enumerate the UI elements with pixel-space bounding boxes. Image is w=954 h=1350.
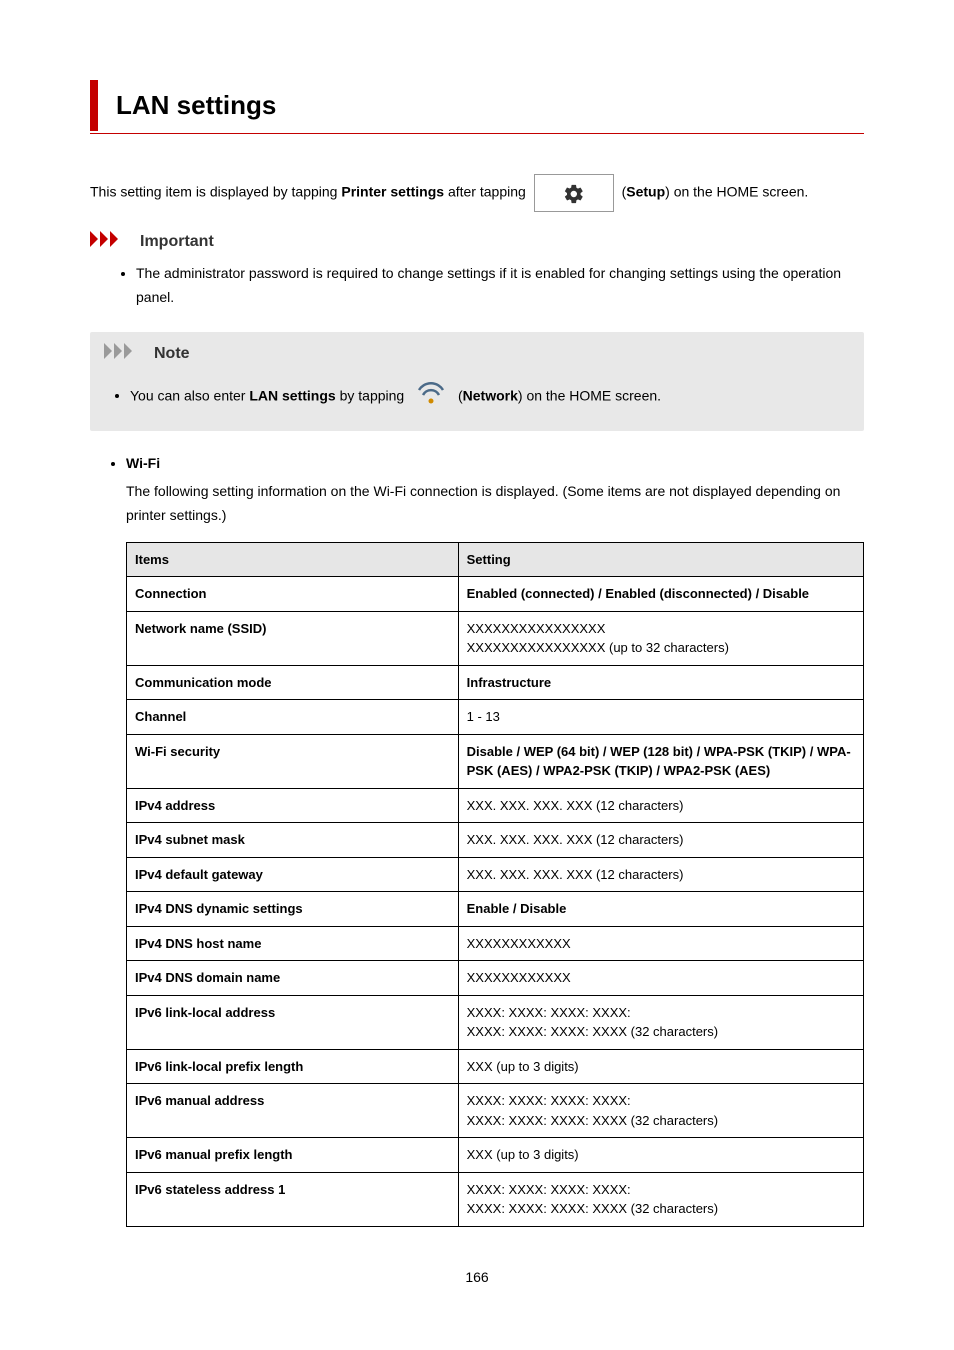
wifi-item: Wi-Fi The following setting information … bbox=[126, 453, 864, 1227]
important-heading: Important bbox=[90, 230, 864, 254]
table-row: IPv6 manual addressXXXX: XXXX: XXXX: XXX… bbox=[127, 1084, 864, 1138]
table-cell-item: IPv4 subnet mask bbox=[127, 823, 459, 858]
note-box: Note You can also enter LAN settings by … bbox=[90, 332, 864, 432]
important-label: Important bbox=[140, 230, 214, 254]
network-label: Network bbox=[463, 387, 518, 403]
table-cell-setting: 1 - 13 bbox=[458, 700, 863, 735]
table-row: Channel1 - 13 bbox=[127, 700, 864, 735]
intro-paragraph: This setting item is displayed by tappin… bbox=[90, 174, 864, 212]
setup-label: Setup bbox=[626, 184, 665, 200]
table-cell-item: Wi-Fi security bbox=[127, 734, 459, 788]
table-row: IPv4 default gatewayXXX. XXX. XXX. XXX (… bbox=[127, 857, 864, 892]
table-cell-item: IPv6 manual prefix length bbox=[127, 1138, 459, 1173]
note-label: Note bbox=[154, 342, 190, 366]
table-row: IPv4 addressXXX. XXX. XXX. XXX (12 chara… bbox=[127, 788, 864, 823]
wifi-label: Wi-Fi bbox=[126, 455, 160, 471]
table-row: IPv4 DNS host nameXXXXXXXXXXXX bbox=[127, 926, 864, 961]
table-cell-setting: XXX (up to 3 digits) bbox=[458, 1138, 863, 1173]
table-cell-item: IPv4 address bbox=[127, 788, 459, 823]
note-body: You can also enter LAN settings by tappi… bbox=[104, 380, 850, 414]
table-header-row: Items Setting bbox=[127, 542, 864, 577]
table-cell-setting: Infrastructure bbox=[458, 665, 863, 700]
wifi-settings-table: Items Setting ConnectionEnabled (connect… bbox=[126, 542, 864, 1227]
table-cell-setting: XXX. XXX. XXX. XXX (12 characters) bbox=[458, 823, 863, 858]
table-cell-item: Network name (SSID) bbox=[127, 611, 459, 665]
wifi-section: Wi-Fi The following setting information … bbox=[90, 453, 864, 1227]
wifi-icon bbox=[416, 380, 446, 406]
table-cell-item: Communication mode bbox=[127, 665, 459, 700]
table-row: Network name (SSID)XXXXXXXXXXXXXXXXXXXXX… bbox=[127, 611, 864, 665]
table-cell-item: IPv4 default gateway bbox=[127, 857, 459, 892]
note-chevrons-icon bbox=[104, 343, 148, 365]
table-row: ConnectionEnabled (connected) / Enabled … bbox=[127, 577, 864, 612]
note-heading: Note bbox=[104, 342, 850, 366]
table-cell-item: IPv4 DNS host name bbox=[127, 926, 459, 961]
table-row: IPv4 subnet maskXXX. XXX. XXX. XXX (12 c… bbox=[127, 823, 864, 858]
intro-printer-settings: Printer settings bbox=[341, 184, 444, 200]
table-cell-item: IPv4 DNS domain name bbox=[127, 961, 459, 996]
gear-icon bbox=[563, 183, 585, 205]
table-row: IPv6 stateless address 1XXXX: XXXX: XXXX… bbox=[127, 1172, 864, 1226]
table-cell-item: IPv4 DNS dynamic settings bbox=[127, 892, 459, 927]
table-cell-setting: Enabled (connected) / Enabled (disconnec… bbox=[458, 577, 863, 612]
setup-icon-button bbox=[534, 174, 614, 212]
table-cell-setting: Disable / WEP (64 bit) / WEP (128 bit) /… bbox=[458, 734, 863, 788]
table-cell-item: IPv6 manual address bbox=[127, 1084, 459, 1138]
table-cell-setting: XXXX: XXXX: XXXX: XXXX:XXXX: XXXX: XXXX:… bbox=[458, 1084, 863, 1138]
page-title: LAN settings bbox=[116, 86, 864, 125]
table-row: IPv6 link-local prefix lengthXXX (up to … bbox=[127, 1049, 864, 1084]
title-underline bbox=[90, 133, 864, 134]
table-row: IPv4 DNS dynamic settingsEnable / Disabl… bbox=[127, 892, 864, 927]
table-cell-item: Connection bbox=[127, 577, 459, 612]
table-cell-item: IPv6 stateless address 1 bbox=[127, 1172, 459, 1226]
table-header-setting: Setting bbox=[458, 542, 863, 577]
intro-prefix: This setting item is displayed by tappin… bbox=[90, 184, 341, 200]
network-icon bbox=[416, 380, 446, 414]
note-bullet: You can also enter LAN settings by tappi… bbox=[130, 380, 850, 414]
intro-mid: after tapping bbox=[448, 184, 530, 200]
important-bullet: The administrator password is required t… bbox=[136, 262, 864, 310]
note-suffix: ) on the HOME screen. bbox=[518, 387, 661, 403]
note-lan-settings: LAN settings bbox=[249, 387, 335, 403]
important-body: The administrator password is required t… bbox=[90, 262, 864, 310]
table-cell-item: IPv6 link-local prefix length bbox=[127, 1049, 459, 1084]
table-cell-setting: XXX. XXX. XXX. XXX (12 characters) bbox=[458, 857, 863, 892]
table-row: IPv4 DNS domain nameXXXXXXXXXXXX bbox=[127, 961, 864, 996]
note-mid: by tapping bbox=[340, 387, 409, 403]
table-header-items: Items bbox=[127, 542, 459, 577]
table-cell-setting: XXXXXXXXXXXX bbox=[458, 926, 863, 961]
table-cell-setting: XXXX: XXXX: XXXX: XXXX:XXXX: XXXX: XXXX:… bbox=[458, 995, 863, 1049]
table-cell-setting: XXX (up to 3 digits) bbox=[458, 1049, 863, 1084]
table-row: Communication modeInfrastructure bbox=[127, 665, 864, 700]
note-prefix: You can also enter bbox=[130, 387, 249, 403]
table-cell-setting: XXXXXXXXXXXX bbox=[458, 961, 863, 996]
page-title-block: LAN settings bbox=[90, 80, 864, 131]
intro-suffix: ) on the HOME screen. bbox=[665, 184, 808, 200]
table-row: IPv6 link-local addressXXXX: XXXX: XXXX:… bbox=[127, 995, 864, 1049]
table-cell-item: Channel bbox=[127, 700, 459, 735]
table-cell-setting: XXX. XXX. XXX. XXX (12 characters) bbox=[458, 788, 863, 823]
table-cell-item: IPv6 link-local address bbox=[127, 995, 459, 1049]
important-chevrons-icon bbox=[90, 231, 134, 253]
table-cell-setting: XXXX: XXXX: XXXX: XXXX:XXXX: XXXX: XXXX:… bbox=[458, 1172, 863, 1226]
table-cell-setting: XXXXXXXXXXXXXXXXXXXXXXXXXXXXXXXX (up to … bbox=[458, 611, 863, 665]
wifi-description: The following setting information on the… bbox=[126, 480, 864, 528]
table-row: Wi-Fi securityDisable / WEP (64 bit) / W… bbox=[127, 734, 864, 788]
table-row: IPv6 manual prefix lengthXXX (up to 3 di… bbox=[127, 1138, 864, 1173]
page-number: 166 bbox=[90, 1267, 864, 1288]
table-cell-setting: Enable / Disable bbox=[458, 892, 863, 927]
